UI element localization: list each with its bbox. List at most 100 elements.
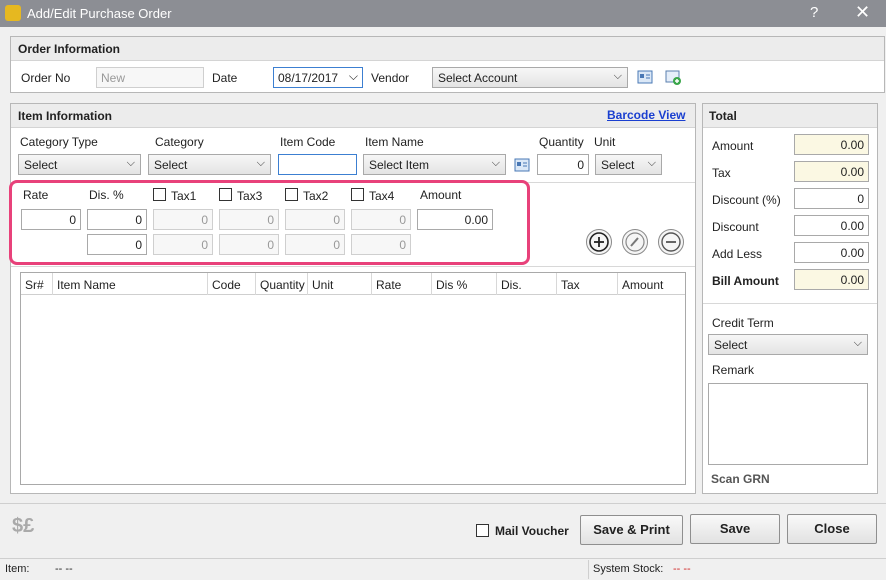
col-quantity[interactable]: Quantity: [256, 273, 308, 295]
category-type-label: Category Type: [20, 135, 98, 149]
col-amount[interactable]: Amount: [618, 273, 685, 295]
vendor-card-icon[interactable]: [637, 69, 653, 85]
quantity-input[interactable]: 0: [537, 154, 589, 175]
col-dis-percent[interactable]: Dis %: [432, 273, 497, 295]
col-rate[interactable]: Rate: [372, 273, 432, 295]
col-unit[interactable]: Unit: [308, 273, 372, 295]
item-name-select[interactable]: Select Item ⌵: [363, 154, 506, 175]
mail-voucher-checkbox[interactable]: [476, 524, 489, 537]
chevron-down-icon: ⌵: [491, 157, 500, 169]
add-vendor-icon[interactable]: [665, 69, 681, 85]
scan-grn-label[interactable]: Scan GRN: [711, 472, 770, 486]
total-amount-field: 0.00: [794, 134, 869, 155]
item-card-icon[interactable]: [514, 157, 530, 173]
remark-label: Remark: [712, 363, 755, 377]
bill-amount-field: 0.00: [794, 269, 869, 290]
tax3-checkbox[interactable]: [219, 188, 232, 201]
bill-amount-label: Bill Amount: [712, 274, 779, 288]
order-no-label: Order No: [21, 71, 71, 85]
barcode-view-link[interactable]: Barcode View: [607, 108, 685, 122]
app-logo-icon: [5, 5, 21, 21]
unit-select[interactable]: Select ⌵: [595, 154, 662, 175]
chevron-down-icon: ⌵: [256, 157, 265, 169]
add-less-label: Add Less: [712, 247, 763, 261]
discount-input[interactable]: 0.00: [794, 215, 869, 236]
status-item-label: Item:: [5, 563, 30, 575]
tax1-amount-input[interactable]: 0: [153, 234, 213, 255]
add-item-button[interactable]: [586, 229, 612, 255]
vendor-select[interactable]: Select Account ⌵: [432, 67, 628, 88]
tax2-amount-input[interactable]: 0: [285, 234, 345, 255]
order-info-heading: Order Information: [11, 37, 884, 61]
unit-label: Unit: [594, 135, 616, 149]
edit-item-button[interactable]: [622, 229, 648, 255]
status-stock-value: -- --: [673, 563, 691, 575]
amount-input[interactable]: 0.00: [417, 209, 493, 230]
tax2-label: Tax2: [303, 189, 329, 203]
credit-term-select[interactable]: Select ⌵: [708, 334, 868, 355]
total-heading: Total: [703, 104, 877, 128]
divider: [703, 303, 877, 304]
items-grid[interactable]: Sr# Item Name Code Quantity Unit Rate Di…: [20, 272, 686, 485]
col-item-name[interactable]: Item Name: [53, 273, 208, 295]
dis-percent-input[interactable]: 0: [87, 209, 147, 230]
status-divider: [588, 560, 589, 579]
tax4-input[interactable]: 0: [351, 209, 411, 230]
divider: [11, 266, 695, 267]
total-amount-label: Amount: [712, 139, 754, 153]
save-button[interactable]: Save: [690, 514, 780, 544]
close-button[interactable]: Close: [787, 514, 877, 544]
col-code[interactable]: Code: [208, 273, 256, 295]
save-and-print-button[interactable]: Save & Print: [580, 515, 683, 545]
col-sr[interactable]: Sr#: [21, 273, 53, 295]
currency-icon: $£: [12, 515, 35, 537]
tax4-checkbox[interactable]: [351, 188, 364, 201]
window-title: Add/Edit Purchase Order: [27, 6, 172, 21]
window-close-button[interactable]: ✕: [855, 2, 870, 23]
date-picker[interactable]: 08/17/2017 ⌵: [273, 67, 363, 88]
category-type-select[interactable]: Select ⌵: [18, 154, 141, 175]
title-bar: Add/Edit Purchase Order ? ✕: [0, 0, 886, 27]
item-code-input[interactable]: [278, 154, 357, 175]
item-name-value: Select Item: [369, 158, 430, 172]
tax1-checkbox[interactable]: [153, 188, 166, 201]
remove-item-button[interactable]: [658, 229, 684, 255]
total-tax-field: 0.00: [794, 161, 869, 182]
rate-input[interactable]: 0: [21, 209, 81, 230]
tax2-input[interactable]: 0: [285, 209, 345, 230]
chevron-down-icon[interactable]: ⌵: [349, 69, 358, 84]
pencil-icon: [625, 232, 645, 252]
tax2-checkbox[interactable]: [285, 188, 298, 201]
dis-amount-input[interactable]: 0: [87, 234, 147, 255]
category-select[interactable]: Select ⌵: [148, 154, 271, 175]
status-bar: [0, 558, 886, 580]
add-less-input[interactable]: 0.00: [794, 242, 869, 263]
col-tax[interactable]: Tax: [557, 273, 618, 295]
tax3-input[interactable]: 0: [219, 209, 279, 230]
tax4-amount-input[interactable]: 0: [351, 234, 411, 255]
tax4-label: Tax4: [369, 189, 395, 203]
tax3-label: Tax3: [237, 189, 263, 203]
tax3-amount-input[interactable]: 0: [219, 234, 279, 255]
vendor-value: Select Account: [438, 71, 518, 85]
total-tax-label: Tax: [712, 166, 731, 180]
order-no-field[interactable]: New: [96, 67, 204, 88]
chevron-down-icon: ⌵: [853, 337, 862, 349]
item-name-label: Item Name: [365, 135, 424, 149]
category-type-value: Select: [24, 158, 58, 172]
help-button[interactable]: ?: [810, 4, 818, 21]
chevron-down-icon: ⌵: [126, 157, 135, 169]
unit-value: Select: [601, 158, 635, 172]
grid-header: Sr# Item Name Code Quantity Unit Rate Di…: [21, 273, 685, 295]
discount-label: Discount: [712, 220, 759, 234]
col-dis[interactable]: Dis.: [497, 273, 557, 295]
divider: [0, 503, 886, 504]
rate-label: Rate: [23, 188, 49, 202]
status-stock-label: System Stock:: [593, 563, 664, 575]
minus-circle-icon: [661, 232, 681, 252]
tax1-input[interactable]: 0: [153, 209, 213, 230]
remark-textarea[interactable]: [708, 383, 868, 465]
discount-percent-label: Discount (%): [712, 193, 781, 207]
discount-percent-input[interactable]: 0: [794, 188, 869, 209]
category-label: Category: [155, 135, 204, 149]
